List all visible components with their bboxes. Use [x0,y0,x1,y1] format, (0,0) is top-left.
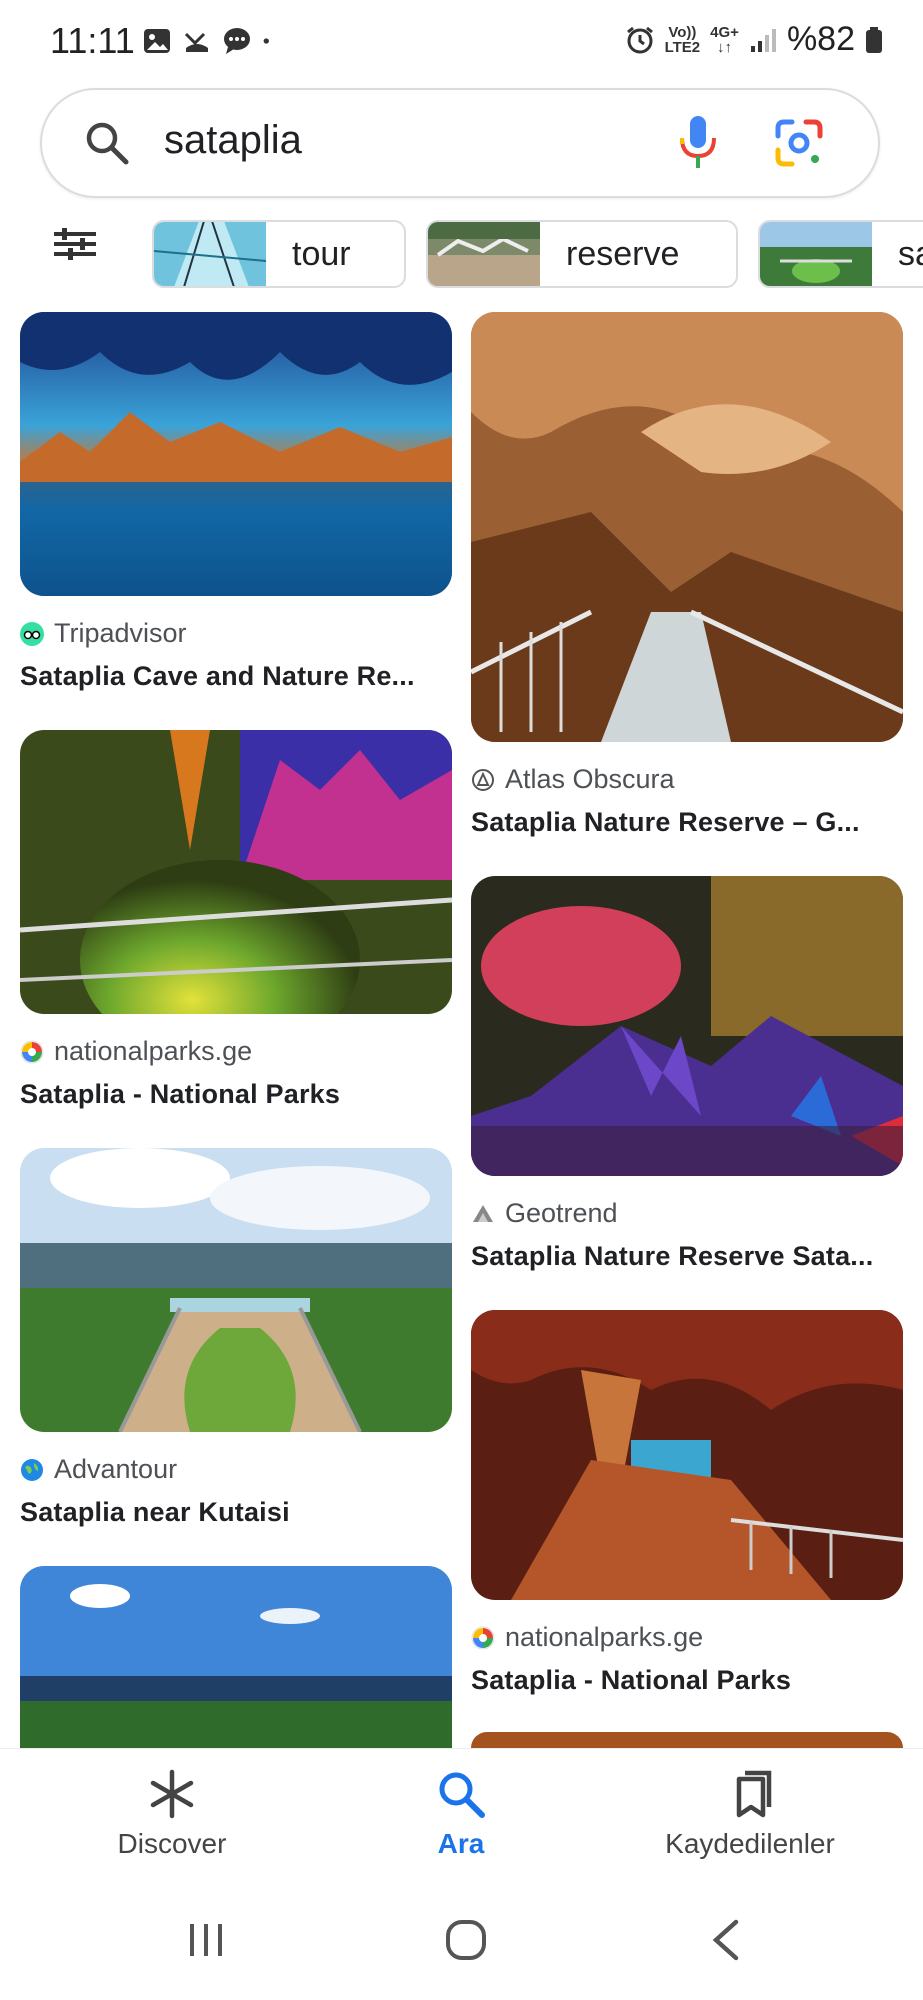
battery-percent: %82 [786,20,855,58]
volte-label: Vo)) [668,23,697,41]
result-title[interactable]: Sataplia Nature Reserve Sata... [471,1241,903,1272]
battery-icon [866,26,882,53]
landscape-image [20,1148,452,1432]
result-title[interactable]: Sataplia Cave and Nature Re... [20,661,452,692]
atlas-obscura-icon [472,768,494,791]
tripadvisor-icon [20,621,44,646]
nav-label: Kaydedilenler [665,1828,835,1859]
result-source: nationalparks.ge [505,1622,704,1652]
result-card[interactable] [20,1566,452,1748]
chip-label: reserve [566,234,680,273]
result-card[interactable]: nationalparks.ge Sataplia - National Par… [20,730,452,1110]
data-arrows-icon: ↓↑ [717,38,733,56]
message-icon [224,28,250,54]
cave-image [471,1310,903,1600]
result-card[interactable]: Tripadvisor Sataplia Cave and Nature Re.… [20,312,452,692]
signal-icon [750,28,776,52]
chip-reserve[interactable]: reserve [426,220,738,288]
status-bar: 11:11 Vo)) LTE2 4G+ ↓↑ %82 [0,0,923,86]
chip-label: sa [898,234,923,273]
system-navigation [0,1878,923,2000]
cave-image [471,312,903,742]
gallery-icon [144,29,170,53]
home-icon[interactable] [444,1918,488,1962]
search-icon [86,122,129,165]
discover-asterisk-icon [150,1769,194,1819]
nationalparks-icon [20,1040,44,1063]
nav-label: Ara [437,1828,485,1859]
result-source: Geotrend [505,1198,618,1228]
result-image[interactable] [20,730,452,1014]
result-title[interactable]: Sataplia - National Parks [471,1665,903,1696]
search-bar[interactable]: sataplia [40,88,880,198]
result-title[interactable]: Sataplia - National Parks [20,1079,452,1110]
result-image[interactable] [20,312,452,596]
chip-thumb-image [760,222,872,286]
result-source: Tripadvisor [54,618,187,648]
result-card[interactable]: Atlas Obscura Sataplia Nature Reserve – … [471,312,903,838]
result-card[interactable]: Advantour Sataplia near Kutaisi [20,1148,452,1528]
nationalparks-icon [471,1626,495,1649]
advantour-globe-icon [21,1458,43,1481]
nav-search[interactable]: Ara [351,1769,571,1860]
filter-tune-icon[interactable] [52,226,98,262]
cave-image [20,730,452,1014]
result-source: Atlas Obscura [505,764,675,794]
alarm-icon [626,26,653,53]
bottom-navigation: Discover Ara Kaydedilenler [0,1748,923,1879]
google-lens-icon[interactable] [772,116,826,170]
result-image[interactable] [471,876,903,1176]
chip-tour[interactable]: tour [152,220,406,288]
result-image[interactable] [471,1732,903,1748]
result-image[interactable] [471,1310,903,1600]
geotrend-icon [473,1204,493,1222]
result-image[interactable] [20,1566,452,1748]
result-card[interactable]: Geotrend Sataplia Nature Reserve Sata... [471,876,903,1272]
landscape-image [20,1566,452,1748]
result-card[interactable]: nationalparks.ge Sataplia - National Par… [471,1310,903,1696]
recent-apps-icon[interactable] [186,1920,226,1960]
cave-image [471,876,903,1176]
nav-saved[interactable]: Kaydedilenler [640,1769,860,1860]
result-card[interactable] [471,1732,903,1748]
nav-discover[interactable]: Discover [62,1769,282,1860]
result-source: nationalparks.ge [54,1036,253,1066]
missed-call-icon [184,32,208,52]
chip-label: tour [292,234,351,273]
network-type-label: 4G+ [710,23,739,41]
back-icon[interactable] [708,1918,744,1962]
chip-thumb-image [154,222,266,286]
chip-sa[interactable]: sa [758,220,923,288]
search-icon [439,1772,485,1818]
result-title[interactable]: Sataplia Nature Reserve – G... [471,807,903,838]
lte-label: LTE2 [664,38,701,56]
chip-thumb-image [428,222,540,286]
microphone-icon[interactable] [678,114,718,172]
notification-dot-icon [263,38,269,44]
filter-chips: tour reserve sa [0,220,923,292]
cave-image [20,312,452,596]
result-title[interactable]: Sataplia near Kutaisi [20,1497,452,1528]
bookmarks-icon [736,1770,772,1818]
search-input[interactable]: sataplia [164,118,302,163]
result-image[interactable] [20,1148,452,1432]
status-time: 11:11 [50,20,135,61]
result-source: Advantour [54,1454,178,1484]
nav-label: Discover [117,1828,227,1859]
result-image[interactable] [471,312,903,742]
